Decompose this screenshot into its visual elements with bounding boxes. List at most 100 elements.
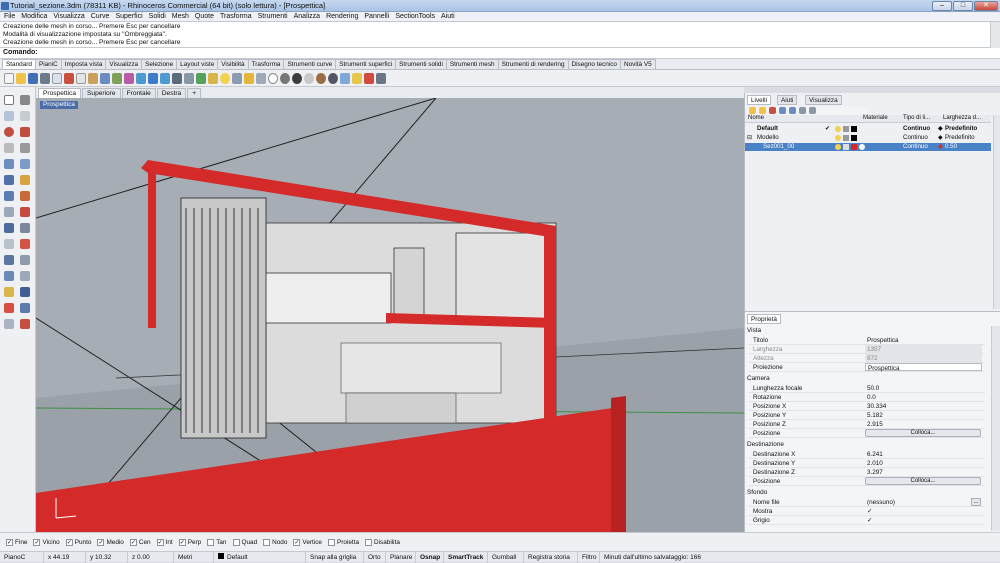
move-icon[interactable] — [4, 255, 14, 265]
delete-layer-icon[interactable] — [769, 107, 776, 114]
colloca-target-button[interactable]: Colloca... — [865, 477, 981, 485]
prop-value[interactable]: 5.182 — [865, 411, 982, 419]
explode-icon[interactable] — [20, 223, 30, 233]
checkbox[interactable]: ✓ — [178, 538, 186, 546]
tab-pianic[interactable]: PianiC — [34, 59, 62, 69]
checkbox[interactable] — [207, 538, 215, 546]
checkbox[interactable]: ✓ — [129, 538, 137, 546]
pan-icon[interactable] — [112, 72, 122, 84]
viewport-layout-icon[interactable] — [184, 72, 194, 84]
group-icon[interactable] — [20, 303, 30, 313]
layer-icon[interactable] — [244, 72, 254, 84]
zoom-icon[interactable] — [136, 72, 146, 84]
curve-icon[interactable] — [20, 111, 30, 121]
gray-checkbox[interactable]: ✓ — [865, 516, 982, 524]
browse-button[interactable]: ... — [971, 498, 981, 506]
menu-sectiontools[interactable]: SectionTools — [395, 13, 435, 20]
menu-file[interactable]: File — [4, 13, 15, 20]
zoom-extents-icon[interactable] — [160, 72, 170, 84]
color-swatch[interactable] — [851, 144, 857, 150]
tab-imposta-vista[interactable]: Imposta vista — [60, 59, 107, 69]
shaded-sphere-icon[interactable] — [280, 72, 290, 84]
osnap-vicino[interactable]: ✓ Vicino — [33, 538, 60, 546]
tab-novita-v5[interactable]: Novità V5 — [619, 59, 656, 69]
checkbox[interactable] — [327, 538, 335, 546]
layer-row-modello[interactable]: ⊟ Modello Continuo ◆ Predefinito — [745, 134, 991, 142]
osnap-perp[interactable]: ✓ Perp — [178, 538, 201, 546]
status-layer[interactable]: Default — [214, 551, 306, 563]
status-gumball[interactable]: Gumball — [488, 551, 524, 563]
prop-value[interactable]: (nessuno) — [865, 498, 982, 506]
prop-value[interactable]: Prospettica — [865, 336, 982, 344]
move-down-icon[interactable] — [789, 107, 796, 114]
osnap-disabilita[interactable]: Disabilita — [365, 538, 400, 546]
perspective-viewport[interactable] — [36, 98, 744, 532]
viewport-tab-destra[interactable]: Destra — [156, 88, 187, 98]
array-icon[interactable] — [20, 287, 30, 297]
osnap-proietta[interactable]: Proietta — [327, 538, 359, 546]
cplane-icon[interactable] — [196, 72, 206, 84]
paste-icon[interactable] — [88, 72, 98, 84]
viewport-title[interactable]: Prospettica — [40, 101, 78, 109]
add-viewport-tab[interactable]: + — [187, 88, 202, 98]
prop-value[interactable]: 50.0 — [865, 384, 982, 392]
point-icon[interactable] — [20, 95, 30, 105]
show-checkbox[interactable]: ✓ — [865, 507, 982, 515]
properties-scrollbar[interactable] — [991, 326, 1000, 531]
light-bulb-icon[interactable] — [220, 72, 230, 84]
wireframe-sphere-icon[interactable] — [268, 72, 278, 84]
zoom-window-icon[interactable] — [148, 72, 158, 84]
command-input[interactable]: Comando: — [0, 48, 1000, 59]
boolean-icon[interactable] — [20, 239, 30, 249]
cut-icon[interactable] — [64, 72, 74, 84]
menu-rendering[interactable]: Rendering — [326, 13, 358, 20]
status-filter[interactable]: Filtro — [578, 551, 600, 563]
status-ortho[interactable]: Orto — [364, 551, 386, 563]
open-folder-icon[interactable] — [16, 72, 26, 84]
viewport-tab-prospettica[interactable]: Prospettica — [38, 88, 81, 98]
save-icon[interactable] — [28, 72, 38, 84]
tab-standard[interactable]: Standard — [2, 59, 36, 69]
fillet-icon[interactable] — [4, 239, 14, 249]
layer-row-sez001[interactable]: Sez001_00 Continuo ◆ 0.50 — [745, 143, 991, 151]
text-icon[interactable] — [4, 207, 14, 217]
prop-value[interactable]: 2.010 — [865, 459, 982, 467]
rotate-view-icon[interactable] — [124, 72, 134, 84]
viewport-tab-frontale[interactable]: Frontale — [121, 88, 156, 98]
layer-row-default[interactable]: Default ✔ Continuo ◆ Predefinito — [745, 125, 991, 133]
status-history[interactable]: Registra storia — [524, 551, 578, 563]
status-smarttrack[interactable]: SmartTrack — [444, 551, 488, 563]
osnap-tan[interactable]: Tan — [207, 538, 227, 546]
rotate-icon[interactable] — [4, 271, 14, 281]
render-settings-icon[interactable] — [340, 72, 350, 84]
dimension-icon[interactable] — [20, 191, 30, 201]
tab-strumenti-curve[interactable]: Strumenti curve — [283, 59, 337, 69]
layer-tools-icon[interactable] — [809, 107, 816, 114]
print-icon[interactable] — [40, 72, 50, 84]
status-osnap[interactable]: Osnap — [416, 551, 444, 563]
command-history-scrollbar[interactable] — [990, 22, 1000, 48]
panel-tab-aiuti[interactable]: Aiuti — [777, 95, 798, 105]
tab-strumenti-rendering[interactable]: Strumenti di rendering — [497, 59, 569, 69]
rendered-sphere-icon[interactable] — [292, 72, 302, 84]
mesh-icon[interactable] — [4, 191, 14, 201]
menu-visualizza[interactable]: Visualizza — [53, 13, 84, 20]
copy-icon[interactable] — [76, 72, 86, 84]
maximize-button[interactable]: □ — [953, 1, 973, 11]
lock-icon[interactable] — [843, 135, 849, 141]
checkbox[interactable]: ✓ — [6, 538, 13, 546]
checkbox[interactable] — [263, 538, 271, 546]
status-cplane[interactable]: PianoC — [0, 551, 44, 563]
viewport-tab-superiore[interactable]: Superiore — [82, 88, 121, 98]
checkbox[interactable]: ✓ — [33, 538, 41, 546]
prop-value[interactable]: 30.334 — [865, 402, 982, 410]
checkbox[interactable]: ✓ — [156, 538, 164, 546]
menu-curve[interactable]: Curve — [91, 13, 110, 20]
move-up-icon[interactable] — [779, 107, 786, 114]
material-icon[interactable] — [316, 72, 326, 84]
menu-quote[interactable]: Quote — [195, 13, 214, 20]
osnap-int[interactable]: ✓ Int — [156, 538, 173, 546]
menu-aiuti[interactable]: Aiuti — [441, 13, 455, 20]
section-icon[interactable] — [20, 319, 30, 329]
menu-analizza[interactable]: Analizza — [294, 13, 320, 20]
